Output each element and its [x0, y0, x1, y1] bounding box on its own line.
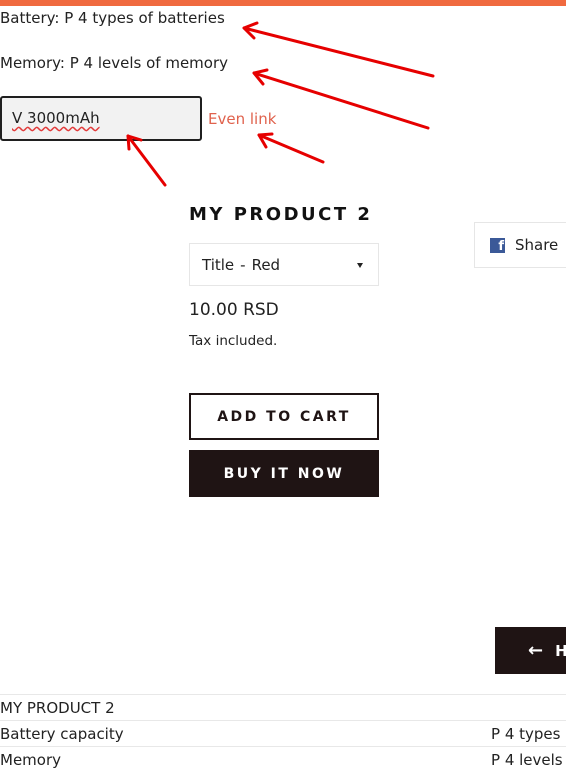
page: Battery: P 4 types of batteries Memory: …	[0, 0, 566, 771]
back-button-label: H	[555, 641, 566, 660]
spec-table: MY PRODUCT 2 Battery capacity P 4 types …	[0, 694, 566, 771]
table-row: Memory P 4 levels o	[0, 746, 566, 771]
buy-it-now-button[interactable]: BUY IT NOW	[189, 450, 379, 497]
variant-select[interactable]: Title - Red	[189, 243, 379, 286]
annotation-arrow	[242, 21, 435, 78]
chevron-down-icon	[357, 263, 363, 268]
product-price: 10.00 RSD	[189, 300, 279, 320]
table-cell-value: P 4 types o	[491, 720, 566, 747]
table-row: Battery capacity P 4 types o	[0, 720, 566, 747]
battery-spec-text: Battery: P 4 types of batteries	[0, 9, 225, 27]
even-link[interactable]: Even link	[208, 110, 276, 128]
option-name: Title	[202, 255, 235, 274]
table-cell	[491, 694, 566, 721]
product-title: MY PRODUCT 2	[189, 204, 373, 225]
annotation-arrow	[257, 132, 325, 164]
add-to-cart-button[interactable]: ADD TO CART	[189, 393, 379, 440]
table-cell-name: Battery capacity	[0, 720, 491, 747]
annotation-arrow	[252, 68, 430, 130]
option-separator: -	[240, 255, 246, 274]
top-accent-bar	[0, 0, 566, 6]
back-button[interactable]: ← H	[495, 627, 566, 674]
table-row: MY PRODUCT 2	[0, 694, 566, 721]
option-value: Red	[251, 255, 281, 274]
facebook-share-button[interactable]: f Share	[474, 222, 566, 268]
variant-value-text: V 3000mAh	[12, 109, 100, 127]
tax-note: Tax included.	[189, 333, 278, 349]
facebook-icon: f	[490, 237, 505, 253]
share-label: Share	[515, 236, 559, 254]
arrow-left-icon: ←	[528, 640, 546, 661]
annotation-arrow	[126, 134, 167, 187]
table-cell-value: P 4 levels o	[491, 746, 566, 771]
variant-value-input[interactable]: V 3000mAh	[0, 96, 202, 141]
table-heading: MY PRODUCT 2	[0, 694, 491, 721]
memory-spec-text: Memory: P 4 levels of memory	[0, 54, 229, 72]
table-cell-name: Memory	[0, 746, 491, 771]
